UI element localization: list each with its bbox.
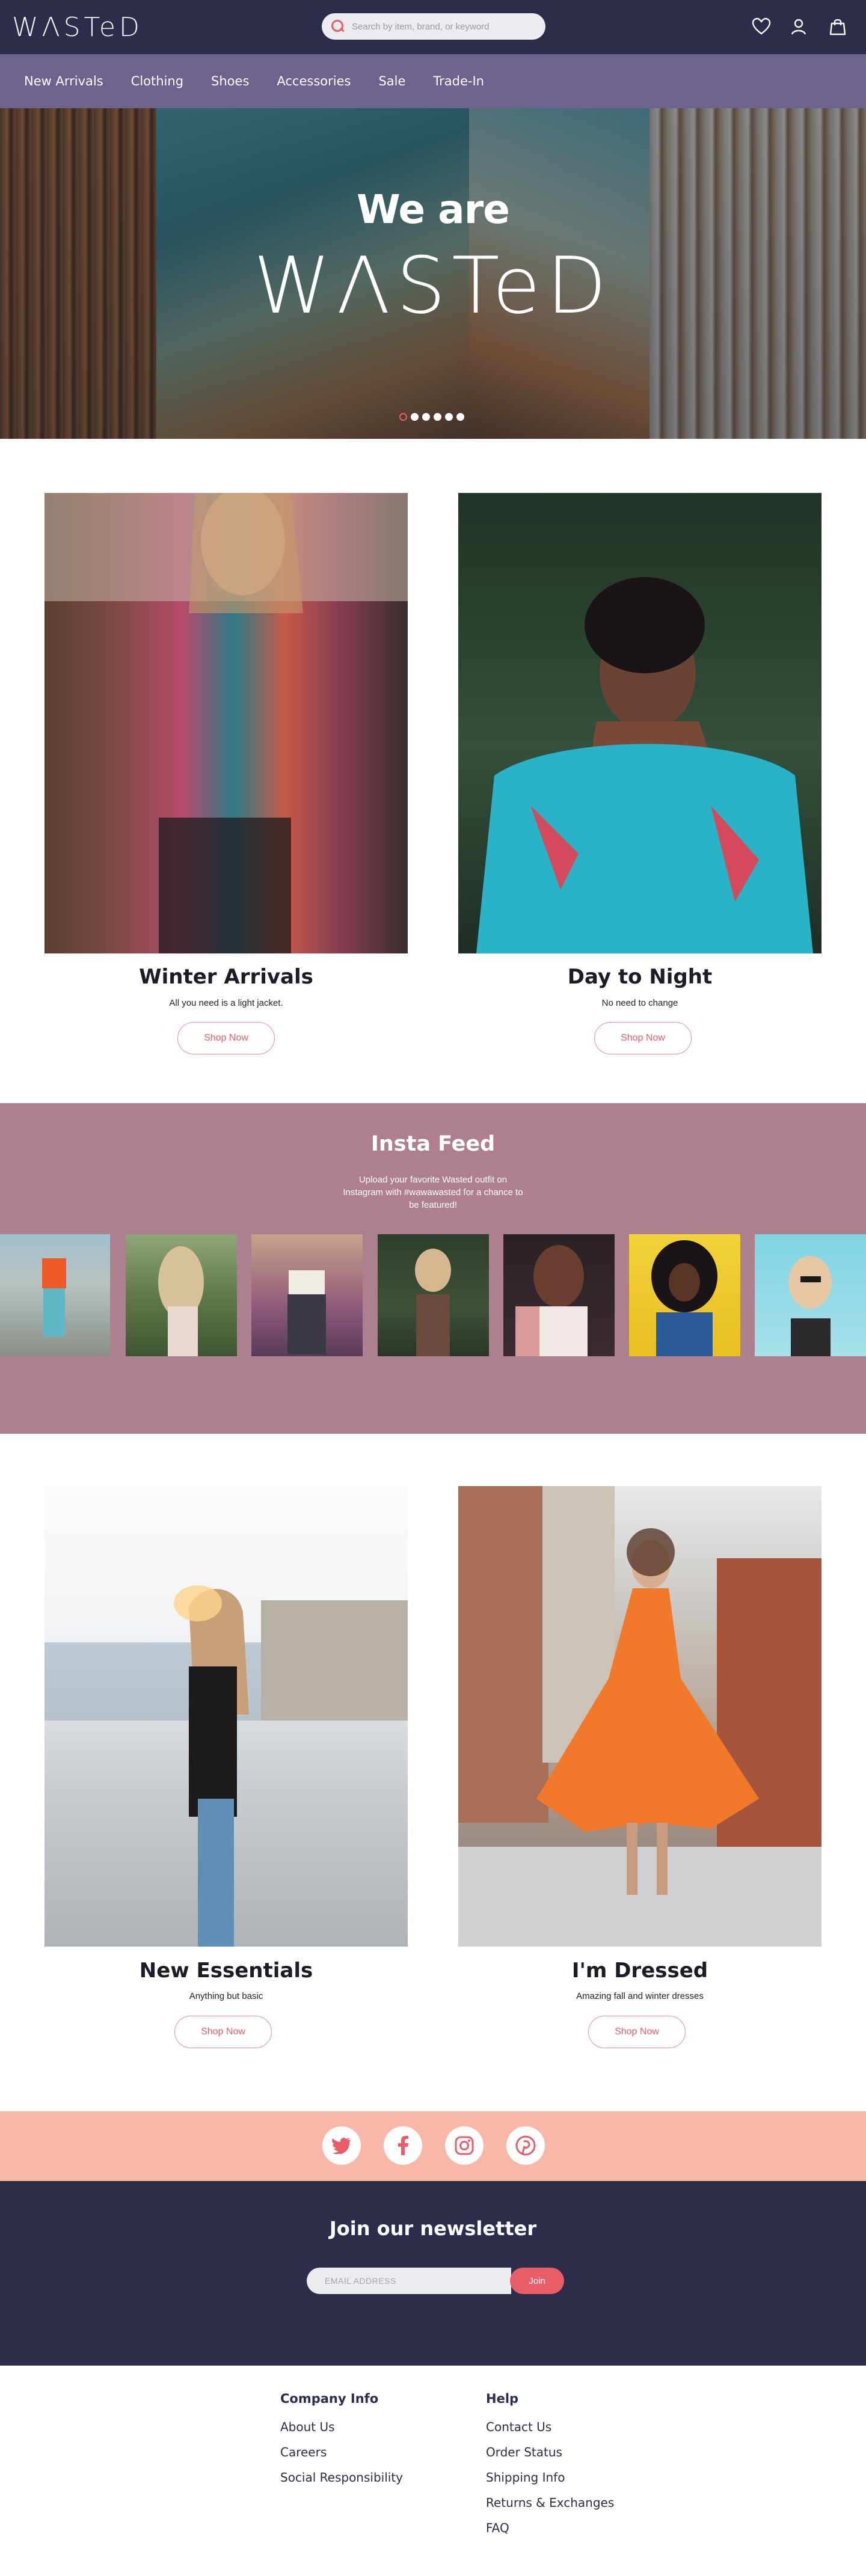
feature-description: All you need is a light jacket.: [169, 998, 283, 1008]
insta-photo[interactable]: [126, 1234, 237, 1356]
email-field[interactable]: [307, 2268, 511, 2294]
bag-icon[interactable]: [827, 16, 849, 37]
nav-item-new-arrivals[interactable]: New Arrivals: [24, 74, 103, 88]
search-bar[interactable]: [322, 13, 545, 40]
social-bar: [0, 2111, 866, 2181]
winter-arrivals-image[interactable]: [45, 493, 408, 953]
carousel-dot[interactable]: [456, 413, 464, 421]
footer-help: Help Contact Us Order Status Shipping In…: [486, 2391, 666, 2541]
insta-feed-description: Upload your favorite Wasted outfit on In…: [343, 1175, 523, 1210]
shop-now-button[interactable]: Shop Now: [594, 1022, 692, 1054]
account-icon[interactable]: [788, 16, 809, 37]
feature-description: Anything but basic: [189, 1991, 263, 2001]
carousel-dot[interactable]: [399, 413, 407, 421]
feature-description: No need to change: [601, 998, 678, 1008]
newsletter-section: Join our newsletter Join: [0, 2181, 866, 2366]
heart-icon[interactable]: [751, 16, 772, 37]
nav-item-shoes[interactable]: Shoes: [211, 74, 249, 88]
footer-link-faq[interactable]: FAQ: [486, 2515, 666, 2541]
feature-title: I'm Dressed: [571, 1959, 708, 1983]
top-header: WΛSTeD: [0, 0, 866, 54]
carousel-dots: [399, 413, 468, 421]
insta-photo[interactable]: [0, 1234, 110, 1356]
footer-link-social-responsibility[interactable]: Social Responsibility: [280, 2465, 461, 2490]
nav-item-accessories[interactable]: Accessories: [277, 74, 351, 88]
footer-link-order-status[interactable]: Order Status: [486, 2440, 666, 2465]
new-essentials-image[interactable]: [45, 1486, 408, 1947]
hero-title: WΛSTeD: [253, 240, 613, 331]
search-icon[interactable]: [330, 19, 346, 34]
facebook-icon[interactable]: [384, 2126, 422, 2165]
site-logo[interactable]: WΛSTeD: [12, 12, 143, 43]
insta-photo[interactable]: [378, 1234, 489, 1356]
feature-description: Amazing fall and winter dresses: [576, 1991, 704, 2001]
carousel-dot[interactable]: [434, 413, 441, 421]
shop-now-button[interactable]: Shop Now: [588, 2016, 686, 2048]
footer-link-about-us[interactable]: About Us: [280, 2414, 461, 2440]
carousel-dot[interactable]: [445, 413, 453, 421]
insta-photo[interactable]: [755, 1234, 866, 1356]
hero-subtitle: We are: [356, 186, 510, 233]
shop-now-button[interactable]: Shop Now: [177, 1022, 275, 1054]
feature-title: Day to Night: [567, 965, 713, 989]
footer-link-contact-us[interactable]: Contact Us: [486, 2414, 666, 2440]
hero-banner: We are WΛSTeD: [0, 108, 866, 439]
insta-photo[interactable]: [503, 1234, 615, 1356]
twitter-icon[interactable]: [322, 2126, 361, 2165]
main-nav: New Arrivals Clothing Shoes Accessories …: [0, 54, 866, 108]
search-input[interactable]: [352, 21, 532, 32]
insta-photo[interactable]: [251, 1234, 363, 1356]
footer-heading: Help: [486, 2391, 519, 2406]
insta-feed-section: Insta Feed Upload your favorite Wasted o…: [0, 1103, 866, 1434]
im-dressed-image[interactable]: [458, 1486, 821, 1947]
nav-item-trade-in[interactable]: Trade-In: [433, 74, 484, 88]
pinterest-icon[interactable]: [506, 2126, 545, 2165]
footer-company-info: Company Info About Us Careers Social Res…: [280, 2391, 461, 2490]
newsletter-title: Join our newsletter: [329, 2217, 537, 2240]
feature-title: Winter Arrivals: [139, 965, 313, 989]
footer-link-careers[interactable]: Careers: [280, 2440, 461, 2465]
nav-item-clothing[interactable]: Clothing: [131, 74, 183, 88]
carousel-dot[interactable]: [422, 413, 430, 421]
carousel-dot[interactable]: [411, 413, 419, 421]
insta-photo[interactable]: [629, 1234, 740, 1356]
footer-link-shipping-info[interactable]: Shipping Info: [486, 2465, 666, 2490]
footer-link-returns-exchanges[interactable]: Returns & Exchanges: [486, 2490, 666, 2515]
instagram-icon[interactable]: [445, 2126, 484, 2165]
footer-heading: Company Info: [280, 2391, 379, 2406]
insta-feed-title: Insta Feed: [370, 1132, 496, 1156]
feature-title: New Essentials: [139, 1959, 313, 1983]
day-to-night-image[interactable]: [458, 493, 821, 953]
join-button[interactable]: Join: [510, 2268, 564, 2294]
nav-item-sale[interactable]: Sale: [378, 74, 405, 88]
shop-now-button[interactable]: Shop Now: [174, 2016, 272, 2048]
